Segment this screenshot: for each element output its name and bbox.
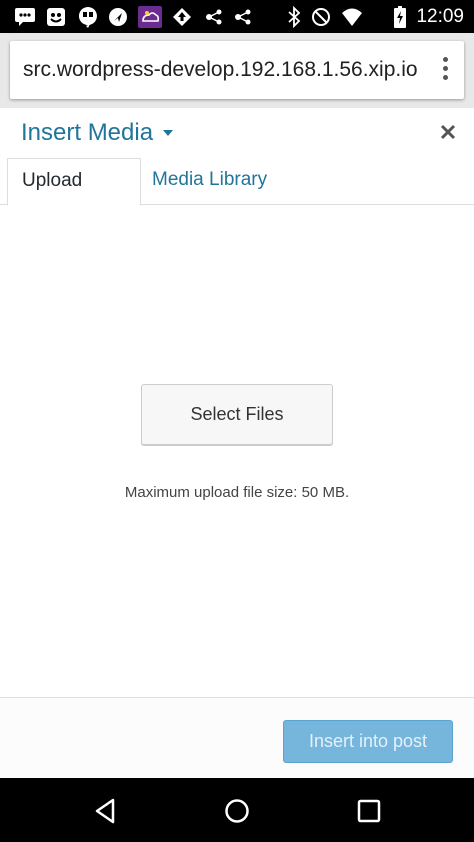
recents-icon[interactable] (354, 796, 384, 826)
modal-header: Insert Media (0, 108, 474, 158)
tab-upload-files[interactable]: Upload Files (7, 158, 141, 235)
chat-icon (13, 6, 37, 28)
navigation-bar (0, 778, 474, 842)
caret-down-icon (163, 130, 174, 136)
bluetooth-icon (285, 6, 303, 28)
back-icon[interactable] (91, 796, 121, 826)
do-not-disturb-icon (310, 6, 332, 28)
url-text[interactable]: src.wordpress-develop.192.168.1.56.xip.i… (23, 57, 425, 83)
close-icon[interactable] (438, 122, 458, 142)
upload-area: Select Files Maximum upload file size: 5… (0, 206, 474, 697)
share-icon (232, 6, 254, 28)
hangouts-icon (45, 6, 67, 28)
quote-icon (77, 6, 99, 28)
home-icon[interactable] (222, 796, 252, 826)
url-bar[interactable]: src.wordpress-develop.192.168.1.56.xip.i… (10, 41, 464, 99)
media-tabs: Upload Files Media Library (0, 158, 474, 235)
battery-icon (392, 6, 408, 28)
weather-icon (138, 6, 162, 28)
tab-media-library[interactable]: Media Library (138, 158, 281, 205)
status-bar: 12:09 (0, 0, 474, 33)
browser-menu-icon[interactable] (440, 57, 450, 83)
share-icon (203, 6, 225, 28)
upload-icon (171, 6, 193, 28)
navigation-icon (107, 6, 129, 28)
wifi-icon (340, 6, 364, 28)
browser-toolbar: src.wordpress-develop.192.168.1.56.xip.i… (0, 33, 474, 108)
max-upload-size-text: Maximum upload file size: 50 MB. (124, 484, 350, 501)
modal-title-dropdown[interactable]: Insert Media (21, 118, 174, 148)
status-time: 12:09 (416, 6, 464, 27)
select-files-button[interactable]: Select Files (141, 384, 333, 445)
modal-title: Insert Media (21, 119, 154, 146)
modal-footer: Insert into post (0, 697, 474, 778)
insert-into-post-button[interactable]: Insert into post (283, 720, 453, 763)
